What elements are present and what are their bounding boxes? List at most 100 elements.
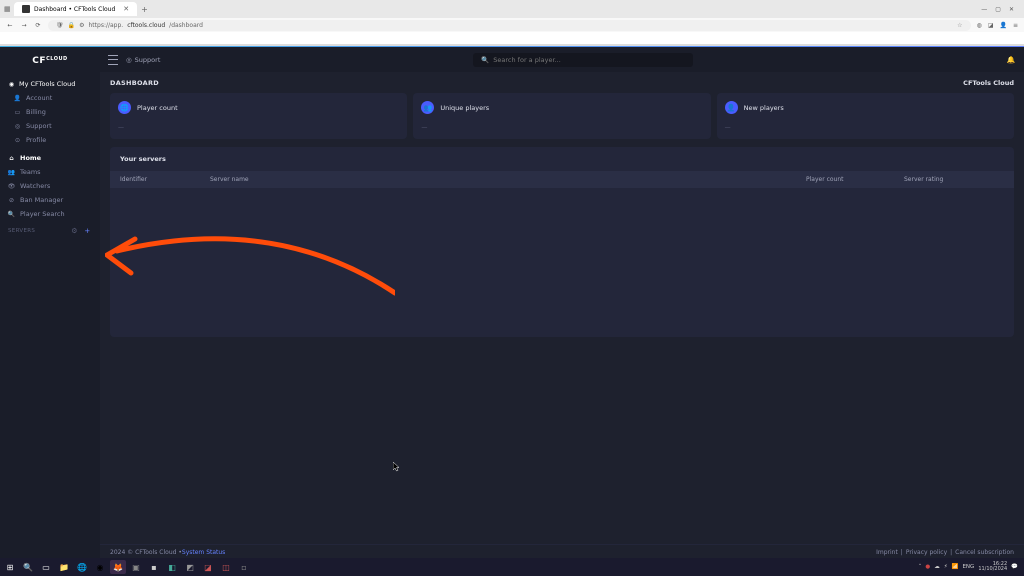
card-label: Unique players [440, 104, 489, 112]
sidebar: CFCLOUD ◉ My CFTools Cloud 👤 Account ▭ B… [0, 47, 100, 560]
reload-button[interactable]: ⟳ [34, 22, 42, 29]
chrome-icon[interactable]: ◉ [92, 560, 108, 574]
bookmark-star-icon[interactable]: ☆ [957, 22, 962, 29]
close-icon[interactable]: ✕ [1009, 6, 1014, 13]
table-header: Identifier Server name Player count Serv… [110, 171, 1014, 188]
app-3-icon[interactable]: ◪ [200, 560, 216, 574]
servers-grid-icon[interactable]: ⚙ [70, 226, 79, 235]
tray-notif-icon[interactable]: ● [925, 564, 930, 570]
explorer-icon[interactable]: 📁 [56, 560, 72, 574]
search-icon: 🔍 [8, 211, 15, 218]
terminal-icon[interactable]: ▪ [146, 560, 162, 574]
tab-bar: ▦ Dashboard • CFTools Cloud ✕ + — ▢ ✕ [0, 0, 1024, 18]
logo[interactable]: CFCLOUD [0, 47, 100, 75]
copyright: 2024 © CFTools Cloud • [110, 549, 182, 556]
browser-chrome: ▦ Dashboard • CFTools Cloud ✕ + — ▢ ✕ ← … [0, 0, 1024, 46]
tab-close-icon[interactable]: ✕ [123, 5, 129, 13]
sidebar-item-teams[interactable]: 👥 Teams [0, 165, 100, 179]
sidebar-item-billing[interactable]: ▭ Billing [0, 105, 100, 119]
servers-panel-title: Your servers [110, 147, 1014, 171]
tray-chevron-icon[interactable]: ˄ [919, 564, 922, 570]
new-tab-button[interactable]: + [141, 5, 148, 14]
system-status-link[interactable]: System Status [182, 549, 225, 556]
ext-2-icon[interactable]: ◪ [988, 22, 994, 29]
privacy-link[interactable]: Privacy policy [906, 549, 947, 556]
card-player-count: 🌐 Player count — [110, 93, 407, 139]
main-content: ◎ Support 🔍 🔔 DASHBOARD CFTools Cloud 🌐 … [100, 47, 1024, 560]
url-prefix: https://app. [89, 22, 124, 29]
workspace-header[interactable]: ◉ My CFTools Cloud [0, 77, 100, 91]
ext-1-icon[interactable]: ◍ [977, 22, 982, 29]
lifering-icon: ◎ [126, 56, 132, 64]
task-view-icon[interactable]: ▭ [38, 560, 54, 574]
search-box[interactable]: 🔍 [473, 53, 693, 67]
url-input[interactable]: 🛡 🔒 ⚙ https://app.cftools.cloud/dashboar… [48, 20, 971, 31]
card-value: — [421, 124, 702, 131]
tab-list-icon[interactable]: ▦ [4, 5, 14, 13]
bookmark-bar [0, 32, 1024, 45]
notifications-button[interactable]: 🔔 [1006, 55, 1016, 65]
support-link[interactable]: ◎ Support [126, 56, 160, 64]
system-tray: ˄ ● ☁ ⚡ 📶 ENG 16:22 11/10/2024 💬 [919, 562, 1022, 573]
app-4-icon[interactable]: ◫ [218, 560, 234, 574]
vscode-icon[interactable]: ◧ [164, 560, 180, 574]
tray-net-icon[interactable]: 📶 [952, 564, 959, 570]
forward-button[interactable]: → [20, 22, 28, 29]
sidebar-item-account[interactable]: 👤 Account [0, 91, 100, 105]
window-controls: — ▢ ✕ [981, 6, 1020, 13]
card-new-players: 👤 New players — [717, 93, 1014, 139]
user-icon: 👤 [14, 95, 21, 102]
cancel-sub-link[interactable]: Cancel subscription [955, 549, 1014, 556]
servers-label: SERVERS [8, 228, 35, 234]
tray-sec-icon[interactable]: ⚡ [944, 564, 948, 570]
workspace-icon: ◉ [8, 81, 15, 88]
lifering-icon: ◎ [14, 123, 21, 130]
imprint-link[interactable]: Imprint [876, 549, 898, 556]
app-2-icon[interactable]: ◩ [182, 560, 198, 574]
menu-icon[interactable]: ≡ [1013, 22, 1018, 29]
edge-icon[interactable]: 🌐 [74, 560, 90, 574]
servers-section-header: SERVERS ⚙ + [0, 223, 100, 238]
logo-text: CFCLOUD [32, 56, 67, 66]
back-button[interactable]: ← [6, 22, 14, 29]
sidebar-item-player-search[interactable]: 🔍 Player Search [0, 207, 100, 221]
page-title: DASHBOARD [110, 79, 159, 87]
sidebar-item-watchers[interactable]: 👁 Watchers [0, 179, 100, 193]
search-input[interactable] [493, 56, 685, 64]
card-label: New players [744, 104, 784, 112]
start-button[interactable]: ⊞ [2, 560, 18, 574]
tray-cloud-icon[interactable]: ☁ [934, 564, 940, 570]
url-path: /dashboard [169, 22, 203, 29]
col-identifier: Identifier [120, 176, 210, 183]
card-icon: ▭ [14, 109, 21, 116]
firefox-icon[interactable]: 🦊 [110, 560, 126, 574]
card-value: — [118, 124, 399, 131]
sidebar-item-support[interactable]: ◎ Support [0, 119, 100, 133]
globe-icon: 🌐 [118, 101, 131, 114]
taskbar-search-icon[interactable]: 🔍 [20, 560, 36, 574]
windows-taskbar: ⊞ 🔍 ▭ 📁 🌐 ◉ 🦊 ▣ ▪ ◧ ◩ ◪ ◫ ▫ ˄ ● ☁ ⚡ 📶 EN… [0, 558, 1024, 576]
url-domain: cftools.cloud [127, 22, 165, 29]
add-server-button[interactable]: + [83, 226, 92, 235]
workspace-label: My CFTools Cloud [19, 80, 75, 88]
menu-toggle-button[interactable] [108, 55, 118, 65]
page-header: DASHBOARD CFTools Cloud [100, 73, 1024, 93]
sidebar-item-profile[interactable]: ⊙ Profile [0, 133, 100, 147]
account-icon[interactable]: 👤 [999, 22, 1006, 29]
users-icon: 👥 [8, 169, 15, 176]
search-icon: 🔍 [481, 56, 489, 64]
app-5-icon[interactable]: ▫ [236, 560, 252, 574]
sidebar-item-home[interactable]: ⌂ Home [0, 151, 100, 165]
minimize-icon[interactable]: — [981, 6, 987, 13]
maximize-icon[interactable]: ▢ [995, 6, 1001, 13]
sidebar-item-ban-manager[interactable]: ⊘ Ban Manager [0, 193, 100, 207]
browser-tab[interactable]: Dashboard • CFTools Cloud ✕ [14, 2, 137, 16]
tray-lang[interactable]: ENG [962, 564, 974, 570]
app-1-icon[interactable]: ▣ [128, 560, 144, 574]
cursor-icon [393, 462, 401, 472]
users-icon: 👥 [421, 101, 434, 114]
clock[interactable]: 16:22 11/10/2024 [978, 562, 1007, 573]
app-container: CFCLOUD ◉ My CFTools Cloud 👤 Account ▭ B… [0, 47, 1024, 560]
card-label: Player count [137, 104, 178, 112]
tray-action-center-icon[interactable]: 💬 [1011, 564, 1018, 570]
